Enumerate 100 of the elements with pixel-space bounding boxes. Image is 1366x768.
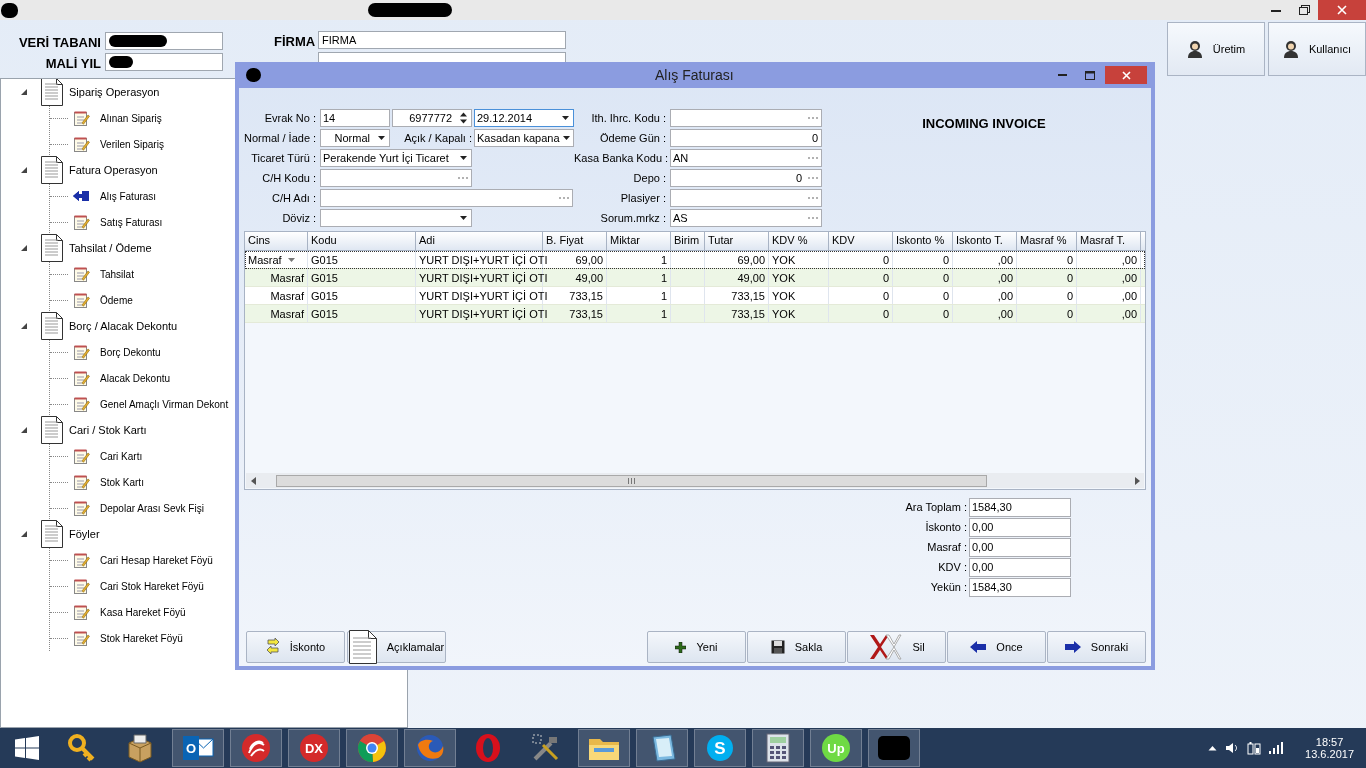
clock-time[interactable]: 18:57 (1315, 736, 1344, 748)
input-field[interactable]: 6977772 (392, 109, 472, 127)
column-header[interactable]: Tutar (705, 232, 769, 250)
tree-item[interactable]: Sipariş Operasyon (69, 86, 160, 98)
header-button[interactable]: Kullanıcı (1268, 22, 1366, 76)
restore-icon[interactable] (1298, 5, 1310, 15)
column-header[interactable]: Miktar (607, 232, 671, 250)
input-field[interactable] (670, 189, 822, 207)
expanded-arrow-icon[interactable] (20, 426, 28, 434)
input-field[interactable]: 0,00 (969, 517, 1071, 537)
taskbar-button[interactable] (230, 729, 282, 767)
scrollbar[interactable] (246, 473, 1144, 488)
column-header[interactable]: B. Fiyat (543, 232, 607, 250)
column-header[interactable]: Adi (416, 232, 543, 250)
tree-item[interactable]: Genel Amaçlı Virman Dekont (98, 397, 231, 411)
toolbar-button[interactable]: İskonto (246, 631, 345, 663)
toolbar-button[interactable]: Açıklamalar (347, 631, 446, 663)
tree-item[interactable]: Tahsilat (98, 267, 136, 281)
speaker-icon[interactable] (1225, 742, 1240, 754)
input-field[interactable]: 14 (320, 109, 390, 127)
maximize-icon[interactable] (1085, 70, 1095, 80)
right-arrow-icon[interactable] (1134, 476, 1140, 485)
toolbar-button[interactable]: Sakla (747, 631, 846, 663)
dropdown-field[interactable] (320, 209, 472, 227)
column-header[interactable]: Birim (671, 232, 705, 250)
column-header[interactable]: KDV (829, 232, 893, 250)
minimize-icon[interactable] (1057, 74, 1067, 76)
table-row[interactable]: Masraf G015 YURT DIŞI+YURT İÇİ OTI 733,15 1 733,15 YOK 0 0 ,00 0 ,00 (245, 305, 1145, 323)
input-field[interactable]: 1584,30 (969, 497, 1071, 517)
input-field[interactable] (105, 32, 223, 50)
tree-item[interactable]: Borç Dekontu (98, 345, 163, 359)
table-row[interactable]: Masraf G015 YURT DIŞI+YURT İÇİ OTI 733,15 1 733,15 YOK 0 0 ,00 0 ,00 (245, 287, 1145, 305)
column-header[interactable]: Kodu (308, 232, 416, 250)
input-field[interactable] (105, 53, 223, 71)
taskbar-button[interactable]: O (172, 729, 224, 767)
dropdown-field[interactable]: Kasadan kapana (474, 129, 574, 147)
input-field[interactable] (320, 169, 472, 187)
taskbar-button[interactable] (868, 729, 920, 767)
input-field[interactable]: 0,00 (969, 557, 1071, 577)
tree-item[interactable]: Stok Kartı (98, 475, 146, 489)
toolbar-button[interactable]: Sonraki (1047, 631, 1146, 663)
tree-item[interactable]: Cari Kartı (98, 449, 145, 463)
tree-item[interactable]: Alış Faturası (98, 189, 159, 203)
column-header[interactable]: Iskonto % (893, 232, 953, 250)
expanded-arrow-icon[interactable] (20, 530, 28, 538)
taskbar-button[interactable]: DX (288, 729, 340, 767)
tree-item[interactable]: Cari Hesap Hareket Föyü (98, 553, 215, 567)
dropdown-field[interactable]: Perakende Yurt İçi Ticaret (320, 149, 472, 167)
taskbar-button[interactable] (752, 729, 804, 767)
column-header[interactable]: KDV % (769, 232, 829, 250)
clock-date[interactable]: 13.6.2017 (1305, 748, 1354, 760)
input-field[interactable]: AS (670, 209, 822, 227)
input-field[interactable]: 0,00 (969, 537, 1071, 557)
tree-item[interactable]: Borç / Alacak Dekontu (69, 320, 178, 332)
column-header[interactable]: Masraf % (1017, 232, 1077, 250)
tree-item[interactable]: Fatura Operasyon (69, 164, 158, 176)
header-button[interactable]: Üretim (1167, 22, 1265, 76)
toolbar-button[interactable]: Yeni (647, 631, 746, 663)
expanded-arrow-icon[interactable] (20, 322, 28, 330)
chevron-up-icon[interactable] (1208, 745, 1218, 751)
dropdown-field[interactable]: Normal (320, 129, 390, 147)
battery-icon[interactable] (1247, 741, 1262, 755)
expanded-arrow-icon[interactable] (20, 244, 28, 252)
signal-icon[interactable] (1269, 742, 1284, 754)
tree-item[interactable]: Föyler (69, 528, 100, 540)
input-field[interactable]: 0 (670, 129, 822, 147)
minimize-icon[interactable] (1271, 8, 1281, 12)
tree-item[interactable]: Cari / Stok Kartı (69, 424, 147, 436)
tree-item[interactable]: Tahsilat / Ödeme (69, 242, 152, 254)
tree-item[interactable]: Verilen Sipariş (98, 137, 166, 151)
dropdown-field[interactable]: 29.12.2014 (474, 109, 574, 127)
tree-item[interactable]: Alınan Sipariş (98, 111, 164, 125)
tree-item[interactable]: Kasa Hareket Föyü (98, 605, 188, 619)
column-header[interactable]: Cins (245, 232, 308, 250)
toolbar-button[interactable]: Sil (847, 631, 946, 663)
input-field[interactable]: FIRMA (318, 31, 566, 49)
taskbar-button[interactable] (578, 729, 630, 767)
input-field[interactable]: 1584,30 (969, 577, 1071, 597)
tree-item[interactable]: Satış Faturası (98, 215, 165, 229)
column-header[interactable]: Iskonto T. (953, 232, 1017, 250)
close-icon[interactable] (1121, 70, 1131, 80)
toolbar-button[interactable]: Once (947, 631, 1046, 663)
expanded-arrow-icon[interactable] (20, 88, 28, 96)
input-field[interactable] (670, 109, 822, 127)
input-field[interactable] (320, 189, 573, 207)
tree-item[interactable]: Cari Stok Hareket Föyü (98, 579, 206, 593)
table-row[interactable]: Masraf G015 YURT DIŞI+YURT İÇİ OTI 69,00 1 69,00 YOK 0 0 ,00 0 ,00 (245, 251, 1145, 269)
close-icon[interactable] (1337, 5, 1347, 15)
column-header[interactable]: Masraf T. (1077, 232, 1141, 250)
tree-item[interactable]: Ödeme (98, 293, 135, 307)
scroll-thumb[interactable] (276, 474, 987, 487)
taskbar-button[interactable] (636, 729, 688, 767)
tree-item[interactable]: Alacak Dekontu (98, 371, 173, 385)
input-field[interactable]: 0 (670, 169, 822, 187)
table-row[interactable]: Masraf G015 YURT DIŞI+YURT İÇİ OTI 49,00 1 49,00 YOK 0 0 ,00 0 ,00 (245, 269, 1145, 287)
input-field[interactable]: AN (670, 149, 822, 167)
tree-item[interactable]: Stok Hareket Föyü (98, 631, 185, 645)
taskbar-button[interactable] (346, 729, 398, 767)
expanded-arrow-icon[interactable] (20, 166, 28, 174)
left-arrow-icon[interactable] (250, 476, 256, 485)
